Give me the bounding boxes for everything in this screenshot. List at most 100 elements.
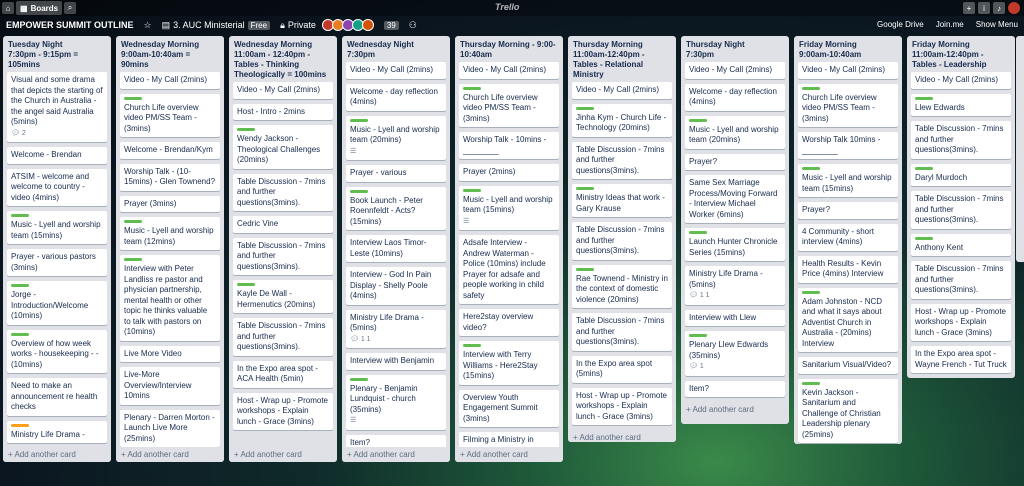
card[interactable]: Daryl Murdoch	[911, 163, 1011, 186]
card[interactable]: Table Discussion - 7mins and further que…	[572, 222, 672, 260]
list-partial[interactable]	[1016, 36, 1024, 262]
card[interactable]: Adsafe Interview - Andrew Waterman - Pol…	[459, 235, 559, 304]
list-title[interactable]: Thursday Night 7:30pm	[681, 36, 789, 62]
card[interactable]: In the Expo area spot - Wayne French - T…	[911, 346, 1011, 373]
list-title[interactable]: Wednesday Morning 9:00am-10:40am = 90mins	[116, 36, 224, 72]
card[interactable]: Ministry Life Drama -	[7, 420, 107, 443]
add-card-button[interactable]: + Add another card	[681, 402, 789, 417]
card[interactable]: Sanitarium Visual/Video?	[798, 357, 898, 374]
card[interactable]: Ministry Ideas that work - Gary Krause	[572, 184, 672, 217]
card[interactable]: Overview Youth Engagement Summit (3mins)	[459, 389, 559, 427]
card[interactable]: Plenary Llew Edwards (35mins) 💬︎ 1	[685, 331, 785, 376]
card[interactable]: In the Expo area spot (5mins)	[572, 355, 672, 383]
card[interactable]: Here2stay overview video?	[459, 309, 559, 336]
card[interactable]: Llew Edwards	[911, 93, 1011, 116]
powerup-google-drive[interactable]: Google Drive	[877, 20, 924, 29]
card[interactable]: Plenary - Benjamin Lundquist - church (3…	[346, 374, 446, 430]
list-title[interactable]: Tuesday Night 7:30pm - 9:15pm = 105mins	[3, 36, 111, 72]
list-title[interactable]: Wednesday Morning 11:00am - 12:40pm - Tab…	[229, 36, 337, 82]
board-title[interactable]: EMPOWER SUMMIT OUTLINE	[6, 20, 134, 30]
card[interactable]: Host - Wrap up - Promote workshops - Exp…	[572, 387, 672, 425]
card[interactable]: Jinha Kym - Church Life - Technology (20…	[572, 103, 672, 137]
card[interactable]: Interview with Terry Williams - Here2Sta…	[459, 341, 559, 385]
card[interactable]: Welcome - Brendan/Kym	[120, 142, 220, 159]
card[interactable]: Music - Lyell and worship team (20mins)	[685, 115, 785, 149]
member-count[interactable]: 39	[383, 20, 399, 30]
invite-icon[interactable]: ⚇	[409, 20, 417, 31]
trello-logo[interactable]: Trello	[495, 2, 519, 12]
card[interactable]: Music - Lyell and worship team (15mins)	[7, 211, 107, 244]
card[interactable]: Need to make an announcement re health c…	[7, 378, 107, 416]
card[interactable]: Visual and some drama that depicts the s…	[7, 72, 107, 142]
card[interactable]: Table Discussion - 7mins and further que…	[233, 318, 333, 356]
list-title[interactable]: Friday Morning 9:00am-10:40am	[794, 36, 902, 62]
show-menu-button[interactable]: Show Menu	[976, 20, 1018, 29]
user-avatar[interactable]	[1008, 2, 1020, 14]
card[interactable]: Kevin Jackson - Sanitarium and Challenge…	[798, 378, 898, 443]
notifications-icon[interactable]: ♪	[993, 2, 1005, 14]
card[interactable]: Video - My Call (2mins)	[233, 82, 333, 99]
card[interactable]: Church Life overview video PM/SS Team - …	[120, 93, 220, 137]
card[interactable]: Rae Townend - Ministry in the context of…	[572, 264, 672, 308]
card[interactable]: Prayer?	[685, 153, 785, 170]
card[interactable]: Prayer - various pastors (3mins)	[7, 249, 107, 276]
card[interactable]: Video - My Call (2mins)	[459, 62, 559, 79]
home-icon[interactable]: ⌂	[2, 2, 14, 14]
card[interactable]: Launch Hunter Chronicle Series (15mins)	[685, 228, 785, 261]
add-card-button[interactable]: + Add another card	[116, 447, 224, 462]
card[interactable]: Host - Wrap up - Promote workshops - Exp…	[911, 303, 1011, 341]
card[interactable]: Item?	[685, 380, 785, 397]
card[interactable]: Interview with Llew	[685, 309, 785, 326]
card[interactable]: Ministry Life Drama - (5mins) 💬︎ 1 1	[346, 309, 446, 348]
card[interactable]: Music - Lyell and worship team (15mins) ☰	[459, 185, 559, 230]
card[interactable]: Host - Wrap up - Promote workshops - Exp…	[233, 392, 333, 430]
card[interactable]: Music - Lyell and worship team (12mins)	[120, 217, 220, 250]
card[interactable]: ATSIM - welcome and welcome to country -…	[7, 168, 107, 206]
card[interactable]: Interview with Benjamin	[346, 353, 446, 370]
add-card-button[interactable]: + Add another card	[455, 447, 563, 462]
card[interactable]: Welcome - Brendan	[7, 147, 107, 164]
list-title[interactable]: Friday Morning 11:00am-12:40pm - Tables -…	[907, 36, 1015, 72]
card[interactable]: Worship Talk 10mins - ________	[798, 132, 898, 159]
visibility-button[interactable]: 🔒︎ Private	[280, 20, 316, 31]
card[interactable]: Ministry Life Drama - (5mins) 💬︎ 1 1	[685, 266, 785, 305]
card[interactable]: Wendy Jackson - Theological Challenges (…	[233, 125, 333, 169]
card[interactable]: Music - Lyell and worship team (15mins)	[798, 164, 898, 197]
add-card-button[interactable]: + Add another card	[3, 447, 111, 462]
card[interactable]: Table Discussion - 7mins and further que…	[572, 141, 672, 179]
card[interactable]: Adam Johnston - NCD and what it says abo…	[798, 287, 898, 352]
card[interactable]: Interview - God In Pain Display - Shelly…	[346, 267, 446, 305]
card[interactable]: Video - My Call (2mins)	[572, 82, 672, 99]
card[interactable]: Worship Talk - 10mins - ________	[459, 132, 559, 159]
card[interactable]: Overview of how week works - housekeepin…	[7, 329, 107, 373]
card[interactable]: Prayer - various	[346, 165, 446, 182]
card[interactable]: Host - Intro - 2mins	[233, 103, 333, 120]
powerup-joinme[interactable]: Join.me	[936, 20, 964, 29]
card[interactable]: Book Launch - Peter Roennfeldt - Acts? (…	[346, 186, 446, 230]
card[interactable]: Table Discussion - 7mins and further que…	[233, 173, 333, 211]
boards-button[interactable]: ▦ Boards	[16, 1, 63, 15]
card[interactable]: Jorge - Introduction/Welcome (10mins)	[7, 281, 107, 325]
card[interactable]: Table Discussion - 7mins and further que…	[572, 313, 672, 351]
card[interactable]: Welcome - day reflection (4mins)	[685, 83, 785, 111]
card[interactable]: Interview with Peter Landliss re pastor …	[120, 255, 220, 341]
card[interactable]: In the Expo area spot - ACA Health (5min…	[233, 360, 333, 388]
list-title[interactable]: Thursday Morning - 9:00-10:40am	[455, 36, 563, 62]
card[interactable]: Table Discussion - 7mins and further que…	[233, 237, 333, 275]
card[interactable]: Table Discussion - 7mins and further que…	[911, 261, 1011, 299]
card[interactable]: Prayer (2mins)	[459, 164, 559, 181]
card[interactable]: Prayer?	[798, 202, 898, 219]
add-icon[interactable]: +	[963, 2, 975, 14]
team-button[interactable]: ▤ 3. AUC Ministerial Free	[162, 20, 271, 31]
card[interactable]: Video - My Call (2mins)	[685, 62, 785, 79]
card[interactable]: Video - My Call (2mins)	[120, 72, 220, 89]
member-avatars[interactable]	[321, 19, 374, 31]
info-icon[interactable]: i	[978, 2, 990, 14]
card[interactable]: Live More Video	[120, 345, 220, 362]
card[interactable]: 4 Community - short interview (4mins)	[798, 223, 898, 251]
card[interactable]: Video - My Call (2mins)	[346, 62, 446, 79]
card[interactable]: Plenary - Darren Morton - Launch Live Mo…	[120, 409, 220, 447]
list-title[interactable]: Thursday Morning 11:00am-12:40pm - Tables…	[568, 36, 676, 82]
add-card-button[interactable]: + Add another card	[229, 447, 337, 462]
card[interactable]: Church Life overview video PM/SS Team - …	[798, 83, 898, 127]
